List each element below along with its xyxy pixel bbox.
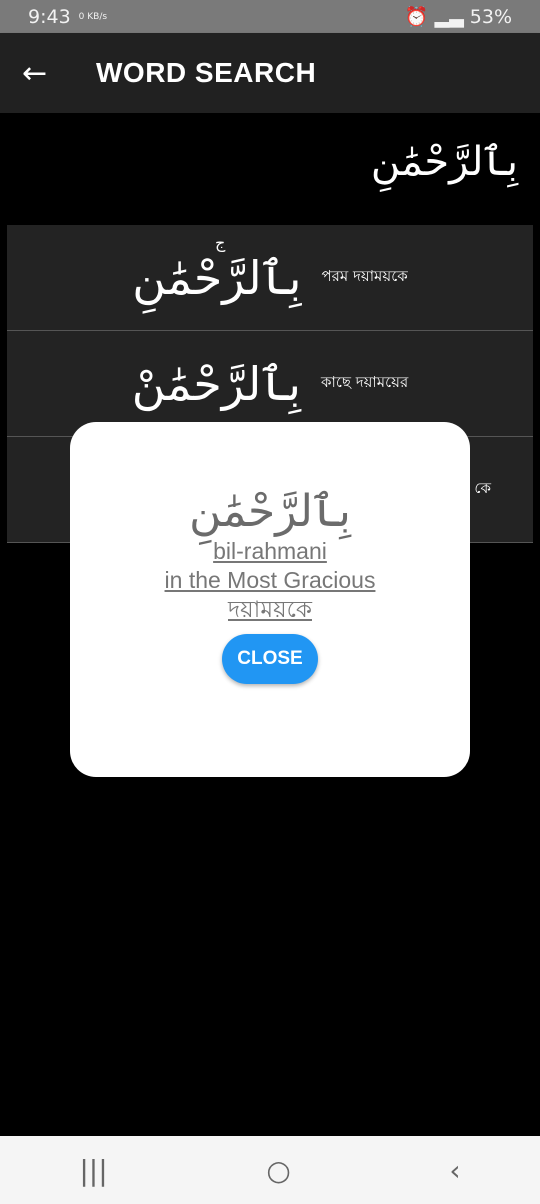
recents-icon[interactable]: ||| bbox=[79, 1154, 107, 1187]
list-item[interactable]: ج بِٱلرَّحْمَٰنِ পরম দয়াময়কে bbox=[7, 225, 533, 331]
alarm-icon: ⏰ ▂▃ bbox=[404, 6, 464, 28]
page-title: WORD SEARCH bbox=[96, 57, 317, 88]
bengali-meaning-link[interactable]: দয়াময়কে bbox=[70, 595, 470, 624]
net-speed: 0 KB/s bbox=[78, 11, 108, 22]
close-button[interactable]: CLOSE bbox=[222, 634, 318, 684]
arrow-left-icon[interactable]: ← bbox=[0, 56, 96, 91]
word-dialog: بِٱلرَّحْمَٰنِ bil-rahmani in the Most G… bbox=[70, 422, 470, 777]
navigation-bar: ||| ○ ‹ bbox=[0, 1136, 540, 1204]
transliteration-link[interactable]: bil-rahmani bbox=[70, 537, 470, 566]
app-bar: ← WORD SEARCH bbox=[0, 33, 540, 113]
home-icon[interactable]: ○ bbox=[266, 1154, 290, 1187]
clock: 9:43 bbox=[28, 5, 71, 28]
dialog-arabic: بِٱلرَّحْمَٰنِ bbox=[189, 486, 351, 537]
bengali-meaning: পরম দয়াময়কে bbox=[321, 267, 408, 285]
bengali-meaning: কে bbox=[474, 479, 491, 497]
back-icon[interactable]: ‹ bbox=[449, 1154, 460, 1187]
arabic-word: بِٱلرَّحْمَٰنِ bbox=[132, 250, 302, 305]
battery-level: 53% bbox=[469, 5, 512, 28]
arabic-word: بِٱلرَّحْمَٰنْ bbox=[131, 356, 301, 411]
search-word: بِٱلرَّحْمَٰنِ bbox=[370, 139, 518, 185]
bengali-meaning: কাছে দয়াময়ের bbox=[320, 373, 409, 391]
english-meaning-link[interactable]: in the Most Gracious bbox=[70, 566, 470, 595]
status-bar: 9:43 0 KB/s ⏰ ▂▃ 53% bbox=[0, 0, 540, 33]
waqf-mark: ج bbox=[215, 233, 226, 252]
